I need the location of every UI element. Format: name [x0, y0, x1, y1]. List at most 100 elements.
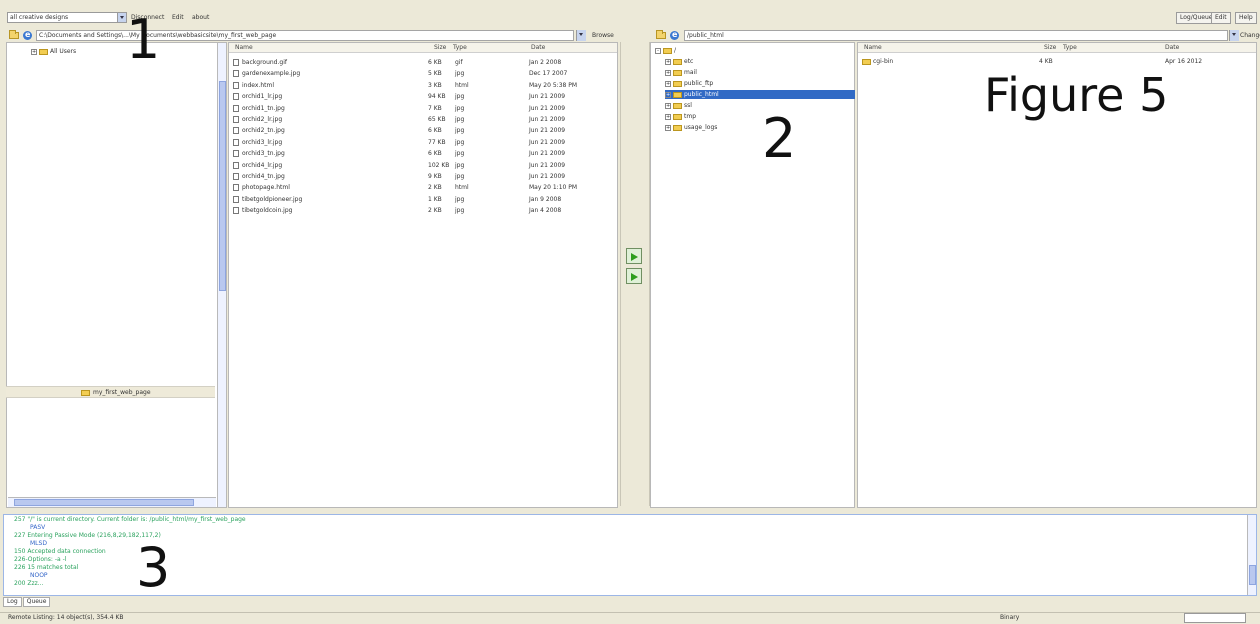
scroll-thumb[interactable]: [1249, 565, 1256, 585]
table-row[interactable]: photopage.html 2 KB html May 20 1:10 PM: [233, 182, 603, 193]
help-button[interactable]: Help: [1235, 12, 1257, 24]
table-row[interactable]: orchid1_tn.jpg 7 KB jpg Jun 21 2009: [233, 103, 603, 114]
file-icon: [233, 70, 239, 78]
table-row[interactable]: index.html 3 KB html May 20 5:38 PM: [233, 80, 603, 91]
expand-icon[interactable]: +: [665, 102, 671, 109]
file-size: 3 KB: [428, 81, 442, 89]
local-folder-tree[interactable]: + All Users: [6, 42, 227, 508]
file-icon: [233, 207, 239, 215]
column-size[interactable]: Size: [1044, 43, 1056, 53]
table-row[interactable]: tibetgoldpioneer.jpg 1 KB jpg Jan 9 2008: [233, 194, 603, 205]
expand-icon[interactable]: +: [665, 69, 671, 76]
expand-icon[interactable]: +: [31, 48, 37, 55]
browse-button[interactable]: Browse: [592, 32, 614, 40]
tab-log[interactable]: Log: [3, 597, 22, 607]
expand-icon[interactable]: +: [665, 91, 671, 98]
file-date: Jan 9 2008: [529, 195, 562, 203]
column-type[interactable]: Type: [1063, 43, 1077, 53]
table-row[interactable]: gardenexample.jpg 5 KB jpg Dec 17 2007: [233, 68, 603, 79]
file-type: html: [455, 184, 469, 192]
remote-browser-icon[interactable]: [670, 30, 679, 40]
log-panel[interactable]: 257 "/" is current directory. Current fo…: [3, 514, 1257, 596]
file-name: gardenexample.jpg: [242, 70, 301, 78]
tree-item-public-ftp[interactable]: + public_ftp: [665, 79, 713, 88]
tree-item-root[interactable]: - /: [655, 46, 676, 55]
local-current-folder-bar[interactable]: my_first_web_page: [6, 386, 215, 398]
file-date: Jun 21 2009: [529, 93, 566, 101]
expand-icon[interactable]: +: [665, 124, 671, 131]
log-scrollbar[interactable]: [1247, 515, 1256, 595]
table-row[interactable]: orchid2_lr.jpg 65 KB jpg Jun 21 2009: [233, 114, 603, 125]
local-path-input[interactable]: C:\Documents and Settings\...\My Documen…: [36, 30, 574, 41]
menu-about[interactable]: about: [192, 14, 209, 22]
column-type[interactable]: Type: [453, 43, 467, 53]
expand-icon[interactable]: +: [665, 113, 671, 120]
status-bar: [0, 612, 1260, 624]
table-row[interactable]: orchid1_lr.jpg 94 KB jpg Jun 21 2009: [233, 91, 603, 102]
table-row[interactable]: orchid4_lr.jpg 102 KB jpg Jun 21 2009: [233, 160, 603, 171]
file-icon: [233, 173, 239, 180]
table-row[interactable]: orchid3_tn.jpg 6 KB jpg Jun 21 2009: [233, 148, 603, 159]
file-size: 7 KB: [428, 104, 442, 112]
collapse-icon[interactable]: -: [655, 47, 661, 54]
table-row[interactable]: orchid4_tn.jpg 9 KB jpg Jun 21 2009: [233, 171, 603, 182]
column-size[interactable]: Size: [434, 43, 446, 53]
annotation-number-2: 2: [762, 107, 797, 170]
column-name[interactable]: Name: [235, 43, 253, 53]
expand-icon[interactable]: +: [665, 80, 671, 87]
upload-button[interactable]: [626, 248, 642, 264]
menu-edit[interactable]: Edit: [172, 14, 184, 22]
expand-icon[interactable]: +: [665, 58, 671, 65]
tree-item-label: public_html: [684, 91, 719, 98]
remote-folder-icon[interactable]: [656, 30, 666, 39]
folder-icon: [862, 58, 871, 65]
file-name: orchid4_tn.jpg: [242, 173, 285, 180]
chevron-down-icon[interactable]: [117, 13, 126, 22]
tab-queue[interactable]: Queue: [22, 597, 51, 607]
remote-path-input[interactable]: /public_html: [684, 30, 1228, 41]
table-row[interactable]: tibetgoldcoin.jpg 2 KB jpg Jan 4 2008: [233, 205, 603, 216]
remote-path-dropdown-icon[interactable]: [1229, 30, 1239, 41]
file-icon: [233, 138, 239, 146]
local-tree-scrollbar[interactable]: [217, 43, 226, 507]
file-date: Dec 17 2007: [529, 70, 568, 78]
tree-item-all-users[interactable]: + All Users: [31, 47, 76, 56]
column-date[interactable]: Date: [1165, 43, 1179, 53]
toolbar: [0, 8, 1260, 24]
site-selector[interactable]: all creative designs: [7, 12, 127, 23]
tree-item-ssl[interactable]: + ssl: [665, 101, 692, 110]
column-name[interactable]: Name: [864, 43, 882, 53]
folder-icon: [673, 113, 682, 120]
scroll-thumb[interactable]: [14, 499, 194, 506]
table-row[interactable]: background.gif 6 KB gif Jan 2 2008: [233, 57, 603, 68]
table-row[interactable]: orchid2_tn.jpg 6 KB jpg Jun 21 2009: [233, 125, 603, 136]
log-line: MLSD: [30, 540, 47, 547]
folder-icon[interactable]: [9, 30, 19, 39]
tree-item-usage-logs[interactable]: + usage_logs: [665, 123, 717, 132]
tree-item-tmp[interactable]: + tmp: [665, 112, 696, 121]
scroll-thumb[interactable]: [219, 81, 226, 291]
table-row[interactable]: orchid3_lr.jpg 77 KB jpg Jun 21 2009: [233, 137, 603, 148]
folder-icon: [673, 80, 682, 87]
local-path-dropdown-icon[interactable]: [576, 30, 586, 41]
folder-icon: [39, 48, 48, 55]
remote-folder-tree[interactable]: - / + etc + mail + public_ftp + public_html + ssl +…: [650, 42, 855, 508]
tree-item-label: mail: [684, 69, 697, 76]
file-icon: [233, 93, 239, 101]
file-type: jpg: [455, 93, 465, 101]
log-line: 226 15 matches total: [14, 564, 79, 571]
tree-item-mail[interactable]: + mail: [665, 68, 697, 77]
column-date[interactable]: Date: [531, 43, 545, 53]
local-tree-horizontal-scrollbar[interactable]: [8, 497, 216, 507]
file-date: Jun 21 2009: [529, 173, 566, 180]
tree-item-public-html[interactable]: + public_html: [665, 90, 855, 99]
browser-icon[interactable]: [23, 30, 32, 40]
download-button[interactable]: [626, 268, 642, 284]
table-row[interactable]: cgi-bin 4 KB Apr 16 2012: [862, 56, 1252, 67]
edit-button[interactable]: Edit: [1211, 12, 1231, 24]
file-name: orchid2_tn.jpg: [242, 127, 285, 135]
tree-item-etc[interactable]: + etc: [665, 57, 693, 66]
file-size: 4 KB: [1039, 58, 1053, 65]
change-button[interactable]: Change: [1240, 32, 1260, 40]
local-file-list[interactable]: Name Size Type Date background.gif 6 KB gi…: [228, 42, 618, 508]
